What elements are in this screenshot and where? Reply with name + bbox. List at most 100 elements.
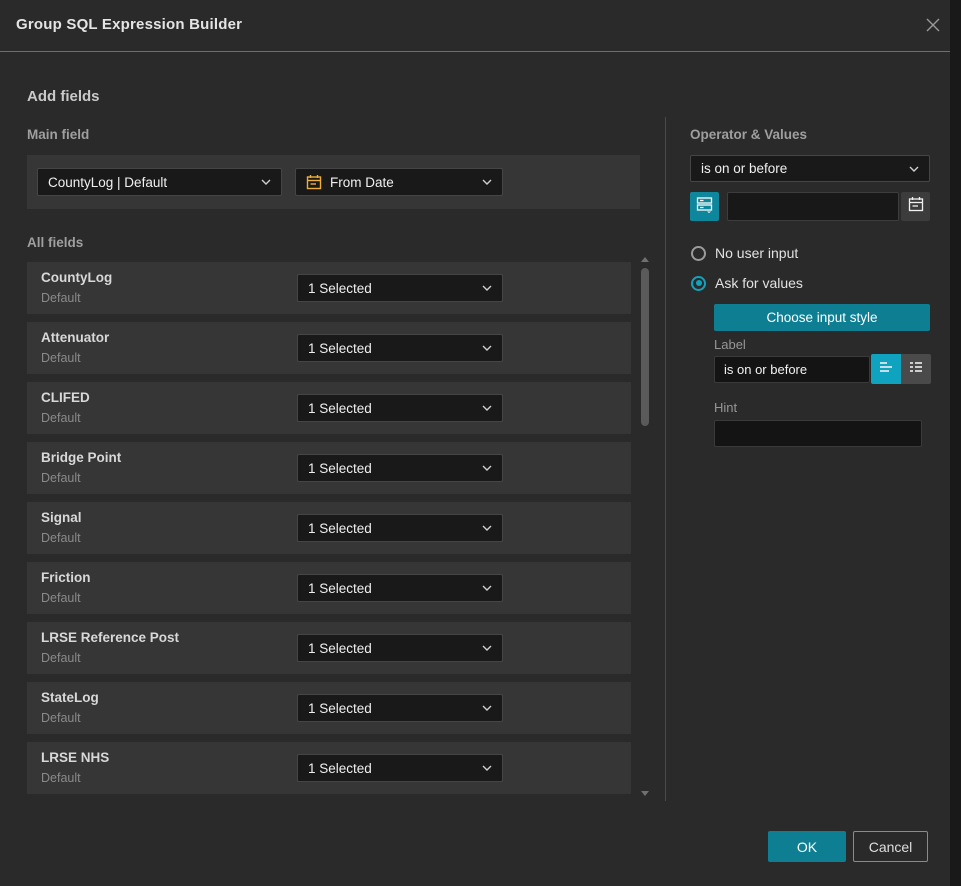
calendar-icon [908, 196, 924, 217]
chevron-down-icon [482, 525, 492, 531]
list-item: LRSE NHS Default 1 Selected [27, 742, 631, 794]
field-sublabel: Default [41, 411, 81, 425]
field-sublabel: Default [41, 771, 81, 785]
selection-value: 1 Selected [308, 341, 474, 356]
single-value-style-button[interactable] [871, 354, 901, 384]
unique-values-button[interactable] [690, 192, 719, 221]
field-selection-dropdown[interactable]: 1 Selected [297, 454, 503, 482]
scroll-down-arrow[interactable] [640, 790, 650, 796]
list-item: StateLog Default 1 Selected [27, 682, 631, 734]
operator-values-heading: Operator & Values [690, 127, 807, 142]
field-selection-dropdown[interactable]: 1 Selected [297, 334, 503, 362]
field-sublabel: Default [41, 291, 81, 305]
field-sublabel: Default [41, 471, 81, 485]
close-button[interactable] [922, 16, 944, 38]
chevron-down-icon [909, 166, 919, 172]
field-selection-dropdown[interactable]: 1 Selected [297, 754, 503, 782]
radio-label: Ask for values [715, 275, 803, 291]
main-field-field-value: From Date [330, 175, 474, 190]
field-selection-dropdown[interactable]: 1 Selected [297, 394, 503, 422]
date-picker-button[interactable] [901, 192, 930, 221]
list-item: CLIFED Default 1 Selected [27, 382, 631, 434]
background-app-strip [950, 0, 961, 886]
align-left-icon [878, 360, 894, 379]
chevron-down-icon [482, 705, 492, 711]
all-fields-heading: All fields [27, 235, 83, 250]
hint-input[interactable] [714, 420, 922, 447]
operator-dropdown[interactable]: is on or before [690, 155, 930, 182]
field-selection-dropdown[interactable]: 1 Selected [297, 694, 503, 722]
radio-circle-selected [691, 276, 706, 291]
dialog-titlebar: Group SQL Expression Builder [0, 0, 950, 52]
field-selection-dropdown[interactable]: 1 Selected [297, 634, 503, 662]
chevron-down-icon [482, 405, 492, 411]
dialog-title: Group SQL Expression Builder [16, 16, 242, 33]
field-sublabel: Default [41, 351, 81, 365]
field-sublabel: Default [41, 531, 81, 545]
radio-no-user-input[interactable]: No user input [691, 245, 798, 261]
field-name: LRSE NHS [41, 750, 109, 765]
selection-value: 1 Selected [308, 701, 474, 716]
selection-value: 1 Selected [308, 281, 474, 296]
radio-circle [691, 246, 706, 261]
main-field-source-value: CountyLog | Default [48, 175, 253, 190]
field-name: Attenuator [41, 330, 109, 345]
chevron-down-icon [482, 465, 492, 471]
field-selection-dropdown[interactable]: 1 Selected [297, 274, 503, 302]
field-name: Bridge Point [41, 450, 121, 465]
add-fields-heading: Add fields [27, 88, 100, 105]
label-input[interactable] [714, 356, 870, 383]
list-item: Friction Default 1 Selected [27, 562, 631, 614]
chevron-down-icon [482, 285, 492, 291]
radio-ask-for-values[interactable]: Ask for values [691, 275, 803, 291]
label-caption: Label [714, 337, 746, 352]
chevron-down-icon [482, 765, 492, 771]
selection-value: 1 Selected [308, 761, 474, 776]
list-item: Attenuator Default 1 Selected [27, 322, 631, 374]
field-name: CountyLog [41, 270, 112, 285]
group-sql-expression-builder-dialog: Group SQL Expression Builder Add fields … [0, 0, 950, 886]
list-item: LRSE Reference Post Default 1 Selected [27, 622, 631, 674]
value-input[interactable] [727, 192, 899, 221]
close-icon [924, 16, 942, 39]
operator-value: is on or before [701, 161, 901, 176]
calendar-icon [306, 174, 322, 190]
selection-value: 1 Selected [308, 641, 474, 656]
field-sublabel: Default [41, 711, 81, 725]
field-selection-dropdown[interactable]: 1 Selected [297, 514, 503, 542]
list-item: CountyLog Default 1 Selected [27, 262, 631, 314]
panel-divider [665, 117, 666, 801]
list-item: Bridge Point Default 1 Selected [27, 442, 631, 494]
list-item: Signal Default 1 Selected [27, 502, 631, 554]
main-field-field-dropdown[interactable]: From Date [295, 168, 503, 196]
unique-values-icon [696, 196, 713, 218]
selection-value: 1 Selected [308, 401, 474, 416]
scroll-up-arrow[interactable] [640, 256, 650, 262]
field-name: Signal [41, 510, 82, 525]
input-style-toggle [871, 354, 931, 384]
field-name: Friction [41, 570, 91, 585]
list-style-button[interactable] [901, 354, 931, 384]
chevron-down-icon [261, 179, 271, 185]
hint-caption: Hint [714, 400, 737, 415]
selection-value: 1 Selected [308, 581, 474, 596]
choose-input-style-button[interactable]: Choose input style [714, 304, 930, 331]
main-field-heading: Main field [27, 127, 89, 142]
chevron-down-icon [482, 345, 492, 351]
field-selection-dropdown[interactable]: 1 Selected [297, 574, 503, 602]
selection-value: 1 Selected [308, 521, 474, 536]
scrollbar-thumb[interactable] [641, 268, 649, 426]
main-field-source-dropdown[interactable]: CountyLog | Default [37, 168, 282, 196]
field-sublabel: Default [41, 651, 81, 665]
cancel-button[interactable]: Cancel [853, 831, 928, 862]
selection-value: 1 Selected [308, 461, 474, 476]
ok-button[interactable]: OK [768, 831, 846, 862]
main-field-bar: CountyLog | Default From Date [27, 155, 640, 209]
bullet-list-icon [908, 360, 924, 379]
chevron-down-icon [482, 585, 492, 591]
field-name: StateLog [41, 690, 99, 705]
chevron-down-icon [482, 645, 492, 651]
screen: Group SQL Expression Builder Add fields … [0, 0, 961, 886]
field-sublabel: Default [41, 591, 81, 605]
radio-label: No user input [715, 245, 798, 261]
